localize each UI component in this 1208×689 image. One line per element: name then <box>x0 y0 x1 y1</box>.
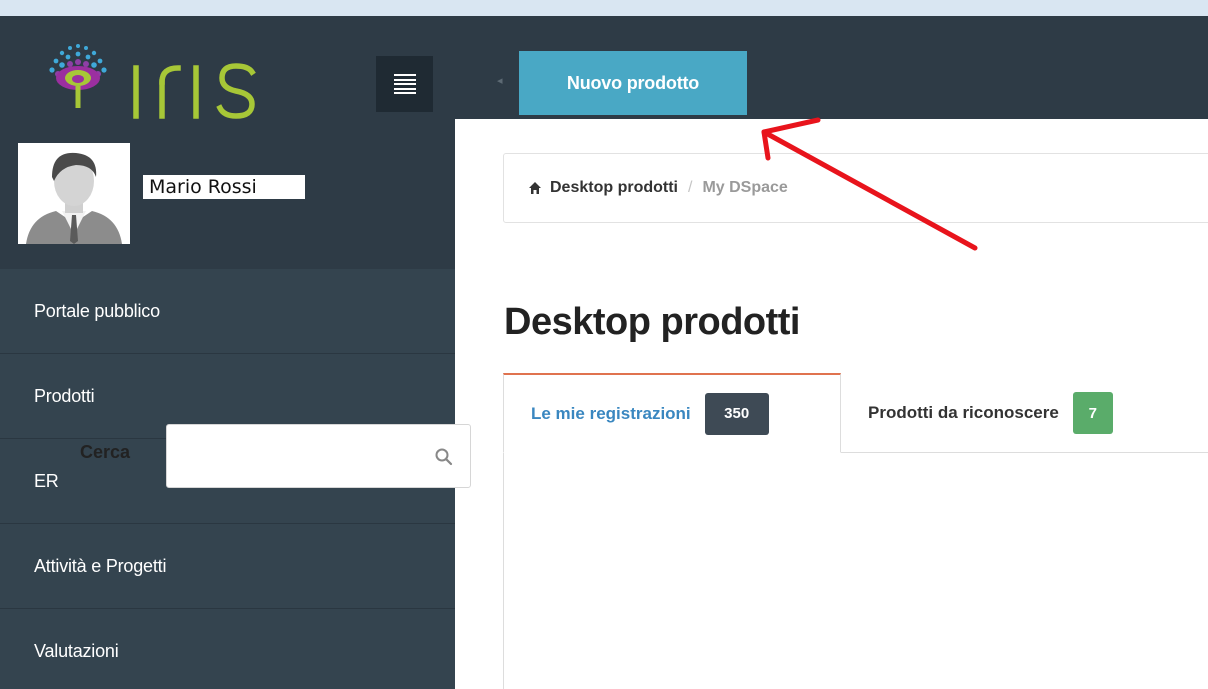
tab-label: Le mie registrazioni <box>531 403 691 423</box>
search-label: Cerca <box>80 442 131 462</box>
tab-label: Prodotti da riconoscere <box>868 403 1059 422</box>
user-panel: Mario Rossi <box>0 119 455 269</box>
hamburger-menu-icon <box>393 74 416 94</box>
tab-panel <box>503 453 1208 689</box>
sidebar-item-valutazioni[interactable]: Valutazioni <box>0 609 455 689</box>
page-title: Desktop prodotti <box>504 301 800 343</box>
tab-bar: Le mie registrazioni 350 Prodotti da ric… <box>503 373 1208 453</box>
count-badge: 7 <box>1072 392 1113 434</box>
tab-prodotti-da-riconoscere[interactable]: Prodotti da riconoscere 7 <box>841 373 1208 453</box>
iris-logo[interactable] <box>40 36 270 126</box>
sidebar-toggle-button[interactable] <box>376 56 433 112</box>
user-avatar-icon <box>18 143 130 244</box>
breadcrumb: Desktop prodotti / My DSpace <box>503 153 1208 223</box>
breadcrumb-current: My DSpace <box>702 179 788 196</box>
window-top-strip <box>0 0 1208 16</box>
main-content: Desktop prodotti / My DSpace Desktop pro… <box>455 119 1208 689</box>
user-name[interactable]: Mario Rossi <box>143 175 305 199</box>
sidebar-item-portale-pubblico[interactable]: Portale pubblico <box>0 269 455 354</box>
avatar[interactable] <box>18 143 130 244</box>
sidebar-item-attivita-progetti[interactable]: Attività e Progetti <box>0 524 455 609</box>
count-badge: 350 <box>704 392 769 435</box>
breadcrumb-home-link[interactable]: Desktop prodotti <box>550 179 678 197</box>
tab-le-mie-registrazioni[interactable]: Le mie registrazioni 350 <box>503 373 841 453</box>
breadcrumb-separator: / <box>688 179 693 196</box>
new-product-button[interactable]: Nuovo prodotto <box>519 51 747 115</box>
caret-left-icon[interactable]: ◂ <box>497 74 503 87</box>
sidebar: Mario Rossi Portale pubblico Prodotti ER… <box>0 119 455 689</box>
search-icon[interactable] <box>434 447 454 467</box>
home-icon <box>529 182 541 194</box>
search-input[interactable] <box>166 424 471 488</box>
top-navbar: ◂ Nuovo prodotto <box>0 16 1208 119</box>
